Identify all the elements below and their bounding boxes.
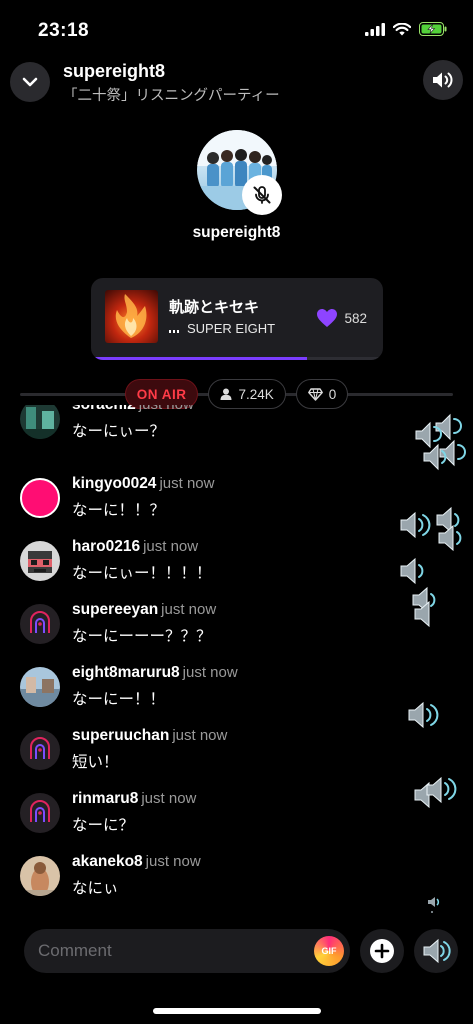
comment-time: just now [161, 601, 217, 618]
user-avatar[interactable] [20, 478, 60, 518]
mic-muted-icon [253, 186, 271, 204]
comment-item: akaneko8 just now なにぃ [20, 850, 400, 900]
plus-circle-icon [370, 939, 394, 963]
comment-item: rinmaru8 just now なーに？ [20, 787, 400, 837]
comment-text: なーにー！！ [72, 691, 166, 708]
room-host-name[interactable]: supereight8 [63, 61, 165, 82]
speaker-reaction-icon [400, 557, 424, 585]
status-bar: 23:18 [0, 0, 473, 56]
gif-button[interactable]: GIF [314, 936, 344, 966]
speaker-reaction-icon [428, 897, 440, 913]
comment-text: なーにぃー？ [72, 423, 166, 440]
add-button[interactable] [360, 929, 404, 973]
comment-time: just now [182, 664, 238, 681]
comment-feed[interactable]: sorachi2just now なーにぃー？ kingyo0024just n… [0, 405, 473, 920]
comment-text: なーに？ [72, 817, 135, 834]
comment-time: just now [172, 727, 228, 744]
comment-text: なーにーーー？？？ [72, 628, 212, 645]
comment-item: eight8maruru8 just now なーにー！！ [20, 661, 400, 711]
comment-input[interactable]: Comment GIF [24, 929, 350, 973]
speaker-reaction-icon [408, 701, 439, 729]
comment-item: supereeyan just now なーにーーー？？？ [20, 598, 400, 648]
user-avatar[interactable] [20, 793, 60, 833]
user-avatar[interactable] [20, 856, 60, 896]
comment-username[interactable]: supereeyan just now [72, 601, 216, 619]
speaker-reaction-button[interactable] [414, 929, 458, 973]
cellular-signal-icon [365, 22, 385, 36]
heart-icon [317, 309, 338, 327]
album-art-graphic [115, 294, 147, 338]
playback-progress [91, 357, 383, 360]
room-header: supereight8 「二十祭」リスニングパーティー [0, 58, 473, 108]
speaker-reaction-icon [400, 511, 431, 539]
comment-username[interactable]: eight8maruru8 just now [72, 664, 238, 682]
comment-text: 短い！ [72, 754, 119, 771]
comment-username[interactable]: kingyo0024 just now [72, 475, 214, 493]
default-avatar-icon [30, 800, 50, 822]
comment-time: just now [159, 475, 215, 492]
user-avatar[interactable] [20, 541, 60, 581]
comment-text: なにぃ [72, 880, 119, 897]
comment-item: kingyo0024 just now なーに！！？ [20, 472, 400, 522]
person-icon [220, 388, 232, 400]
room-title: 「二十祭」リスニングパーティー [63, 88, 280, 104]
battery-charging-icon [419, 22, 447, 36]
comment-item: sorachi2just now なーにぃー？ [20, 405, 400, 443]
speaker-volume-icon [433, 72, 453, 88]
song-artist-row: SUPER EIGHT [169, 321, 275, 336]
comment-text: なーにぃー！！！！ [72, 565, 212, 582]
listener-count: 7.24K [238, 386, 274, 402]
comment-time: just now [139, 405, 194, 413]
song-title: 軌跡とキセキ [169, 299, 260, 316]
speaker-reaction-icon [423, 938, 451, 964]
playback-progress-fill [91, 357, 308, 360]
mic-muted-badge [242, 175, 282, 215]
speaker-reaction-icon [412, 586, 436, 628]
user-avatar[interactable] [20, 730, 60, 770]
home-indicator [153, 1008, 321, 1014]
host-name[interactable]: supereight8 [0, 224, 473, 242]
comment-username[interactable]: akaneko8 just now [72, 853, 201, 871]
comment-time: just now [141, 790, 197, 807]
wifi-icon [393, 22, 411, 35]
gem-count: 0 [328, 386, 337, 402]
status-time: 23:18 [38, 20, 90, 41]
album-art [105, 290, 158, 343]
like-count: 582 [344, 310, 367, 326]
comment-text: なーに！！？ [72, 502, 166, 519]
like-button[interactable]: 582 [316, 308, 367, 328]
gif-label: GIF [321, 946, 337, 956]
status-icons [365, 22, 447, 36]
speaker-button[interactable] [423, 60, 463, 100]
default-avatar-icon [30, 737, 50, 759]
user-avatar[interactable] [20, 405, 60, 439]
comment-time: just now [145, 853, 201, 870]
collapse-button[interactable] [10, 62, 50, 102]
chevron-down-icon [22, 77, 38, 87]
on-air-label: ON AIR [136, 386, 187, 402]
user-avatar[interactable] [20, 604, 60, 644]
comment-placeholder: Comment [38, 941, 112, 960]
comment-time: just now [143, 538, 199, 555]
now-playing-card[interactable]: 軌跡とキセキ SUPER EIGHT 582 [91, 278, 383, 360]
equalizer-icon [169, 324, 179, 336]
comment-username[interactable]: rinmaru8 just now [72, 790, 196, 808]
speaker-reaction-icon [415, 413, 466, 471]
speaker-reaction-icon [414, 777, 457, 809]
comment-item: haro0216 just now なーにぃー！！！！ [20, 535, 400, 585]
comment-item: superuuchan just now 短い！ [20, 724, 400, 774]
default-avatar-icon [30, 611, 50, 633]
comment-username[interactable]: sorachi2just now [72, 405, 194, 414]
comment-username[interactable]: haro0216 just now [72, 538, 198, 556]
comment-username[interactable]: superuuchan just now [72, 727, 227, 745]
diamond-icon [307, 387, 323, 401]
song-artist: SUPER EIGHT [187, 321, 276, 336]
user-avatar[interactable] [20, 667, 60, 707]
speaker-reaction-icon [436, 506, 462, 552]
